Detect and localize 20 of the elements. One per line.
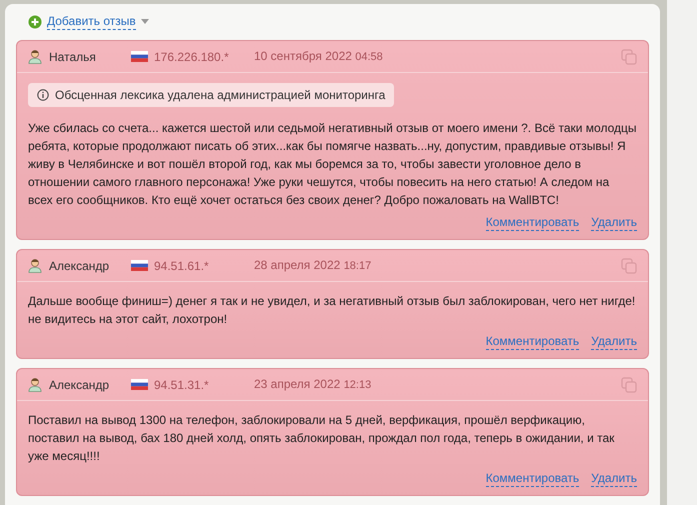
comment-link[interactable]: Комментировать [486,215,580,231]
delete-link[interactable]: Удалить [591,334,637,350]
review-date: 23 апреля 2022 12:13 [254,376,372,394]
delete-link[interactable]: Удалить [591,215,637,231]
author-name: Наталья [49,48,97,66]
ip-address: 176.226.180.* [154,48,230,66]
review-date: 10 сентября 2022 04:58 [254,48,383,66]
moderation-notice: Обсценная лексика удалена администрацией мониторинга [28,83,394,107]
delete-link[interactable]: Удалить [591,471,637,487]
author-name: Александр [49,376,110,394]
review-text: Уже сбилась со счета... кажется шестой или седьмой негативный отзыв от моего имени ?. Всё таки молодцы ребята, которые продолжают писать об этих...как бы помягче назвать...ну, допустим, правдивые отзывы! Я живу в Челябинске и вот пошёл второй год, как мы боремся за то, чтобы завести уголовное дело в отношении самого главного персонажа! Уже руки чешутся, чтобы повесить на него статью! А следом на всех его сообщников. Кто ещё хочет остаться без своих денег? Добро пожаловать на WallBTC! [28,120,637,209]
add-review-link[interactable]: Добавить отзыв [47,14,136,30]
comment-link[interactable]: Комментировать [486,471,580,487]
author-name: Александр [49,258,110,274]
review-date: 28 апреля 2022 18:17 [254,257,372,274]
review-text: Дальше вообще финиш=) денег я так и не увидел, и за негативный отзыв был заблокирован, чего нет нигде! не видитесь на этот сайт, лохотрон! [28,293,636,328]
comment-link[interactable]: Комментировать [486,334,580,350]
ip-address: 94.51.31.* [154,376,210,394]
ip-address: 94.51.61.* [154,258,210,274]
review-text: Поставил на вывод 1300 на телефон, заблокировали на 5 дней, верфикация, прошёл верфикацию, поставил на вывод, бах 180 дней холд, опять заблокирован, прождал пол года, теперь в ожидании, и так уже месяц!!!! [28,412,616,465]
